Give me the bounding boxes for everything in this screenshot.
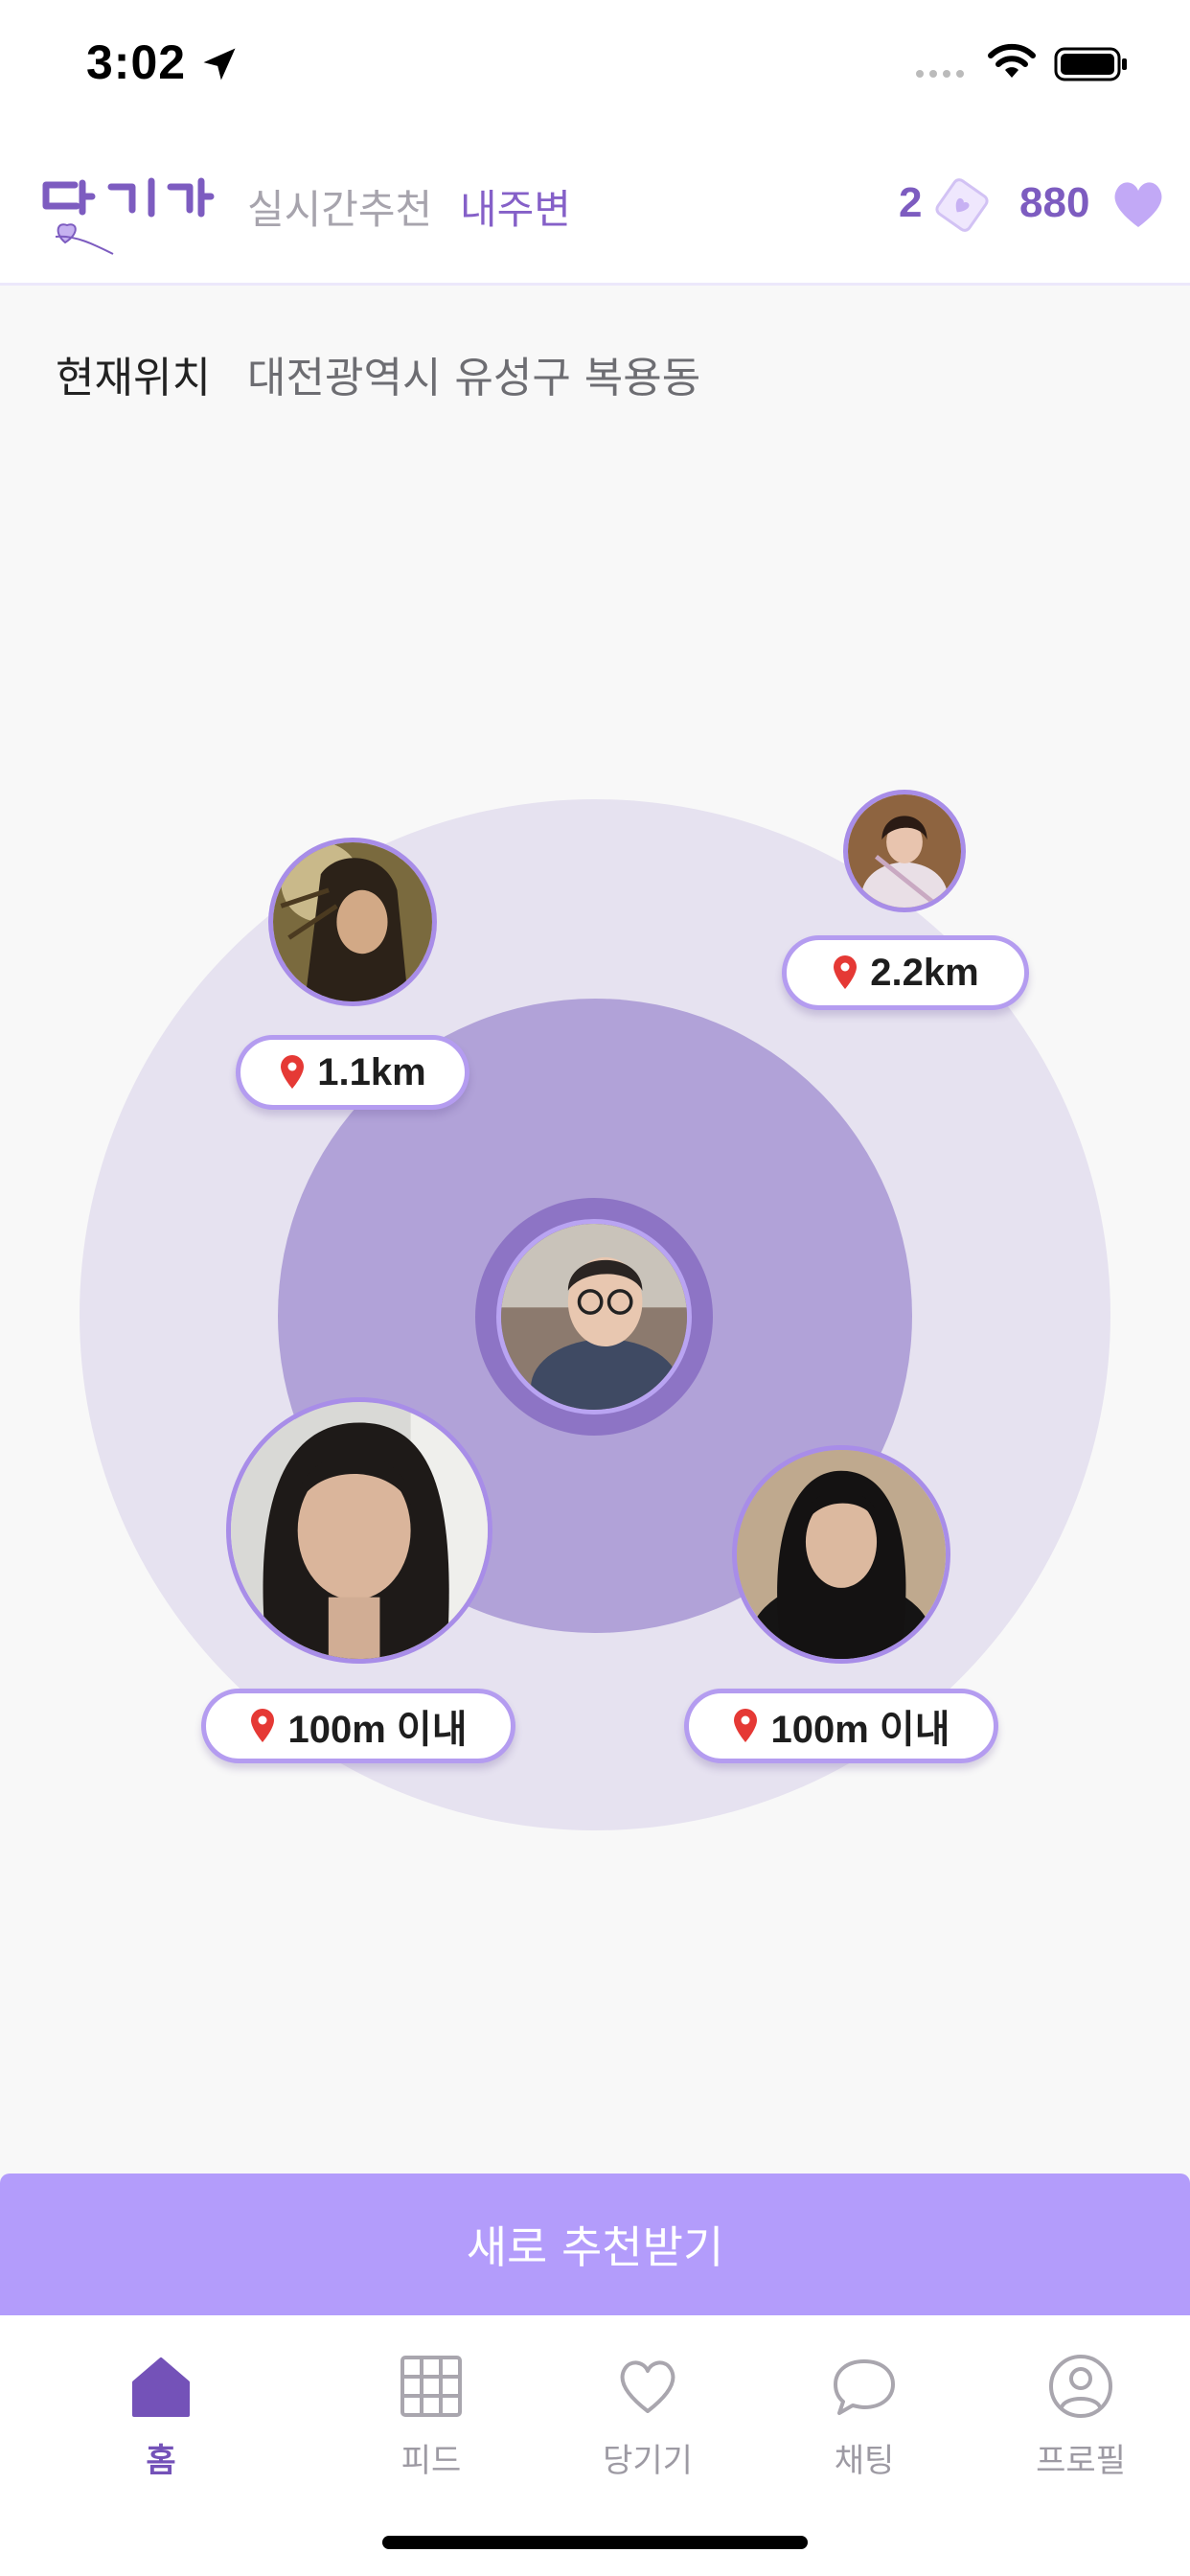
ticket-count: 2 xyxy=(899,179,923,226)
tab-home-label: 홈 xyxy=(146,2442,176,2480)
distance-text: 100m 이내 xyxy=(770,1709,950,1751)
tab-feed[interactable]: 피드 xyxy=(355,2334,508,2480)
profile-icon xyxy=(1049,2355,1112,2418)
tab-profile-label: 프로필 xyxy=(1036,2442,1126,2480)
nearby-user-avatar[interactable] xyxy=(268,838,437,1006)
home-indicator xyxy=(382,2536,808,2549)
location-label: 현재위치 xyxy=(56,354,211,402)
chat-bubble-icon xyxy=(834,2359,895,2415)
heart-outline-icon xyxy=(620,2360,675,2413)
location-arrow-icon xyxy=(203,48,236,80)
battery-icon xyxy=(1054,47,1127,81)
my-avatar[interactable] xyxy=(496,1219,692,1414)
distance-text: 1.1km xyxy=(317,1050,426,1093)
distance-badge: 100m 이내 xyxy=(684,1689,998,1763)
tab-home[interactable]: 홈 xyxy=(84,2334,238,2480)
wifi-icon xyxy=(988,43,1036,78)
distance-badge: 2.2km xyxy=(782,935,1029,1010)
get-new-recommendations-button[interactable]: 새로 추천받기 xyxy=(0,2174,1190,2315)
distance-text: 2.2km xyxy=(870,951,979,994)
status-bar: 3:02 xyxy=(0,0,1190,129)
home-icon xyxy=(132,2358,190,2417)
tab-pull[interactable]: 당기기 xyxy=(571,2334,724,2480)
distance-text: 100m 이내 xyxy=(287,1709,468,1751)
location-pin-icon xyxy=(251,1709,275,1742)
distance-badge: 100m 이내 xyxy=(201,1689,515,1763)
location-value: 대전광역시 유성구 복용동 xyxy=(247,354,701,402)
heart-icon[interactable] xyxy=(1111,179,1165,229)
grid-icon xyxy=(400,2356,462,2417)
tab-chat[interactable]: 채팅 xyxy=(788,2334,941,2480)
location-pin-icon xyxy=(734,1709,758,1742)
tab-feed-label: 피드 xyxy=(400,2442,462,2480)
app-header: 실시간추천 내주변 2 880 xyxy=(0,129,1190,286)
heart-count: 880 xyxy=(1019,179,1090,226)
nearby-user-avatar[interactable] xyxy=(732,1445,950,1664)
tab-pull-label: 당기기 xyxy=(603,2442,693,2480)
location-pin-icon xyxy=(281,1055,305,1089)
app-logo xyxy=(42,177,215,255)
distance-badge: 1.1km xyxy=(236,1035,469,1110)
tab-nearby[interactable]: 내주변 xyxy=(460,177,571,236)
status-time: 3:02 xyxy=(86,35,187,89)
ticket-heart-icon[interactable] xyxy=(931,175,993,235)
tab-profile[interactable]: 프로필 xyxy=(1004,2334,1157,2480)
signal-icon xyxy=(916,70,964,78)
nearby-user-avatar[interactable] xyxy=(843,790,966,912)
location-pin-icon xyxy=(834,955,858,989)
tab-realtime-recommend[interactable]: 실시간추천 xyxy=(247,177,432,236)
tab-chat-label: 채팅 xyxy=(834,2442,895,2480)
nearby-user-avatar[interactable] xyxy=(226,1397,492,1664)
